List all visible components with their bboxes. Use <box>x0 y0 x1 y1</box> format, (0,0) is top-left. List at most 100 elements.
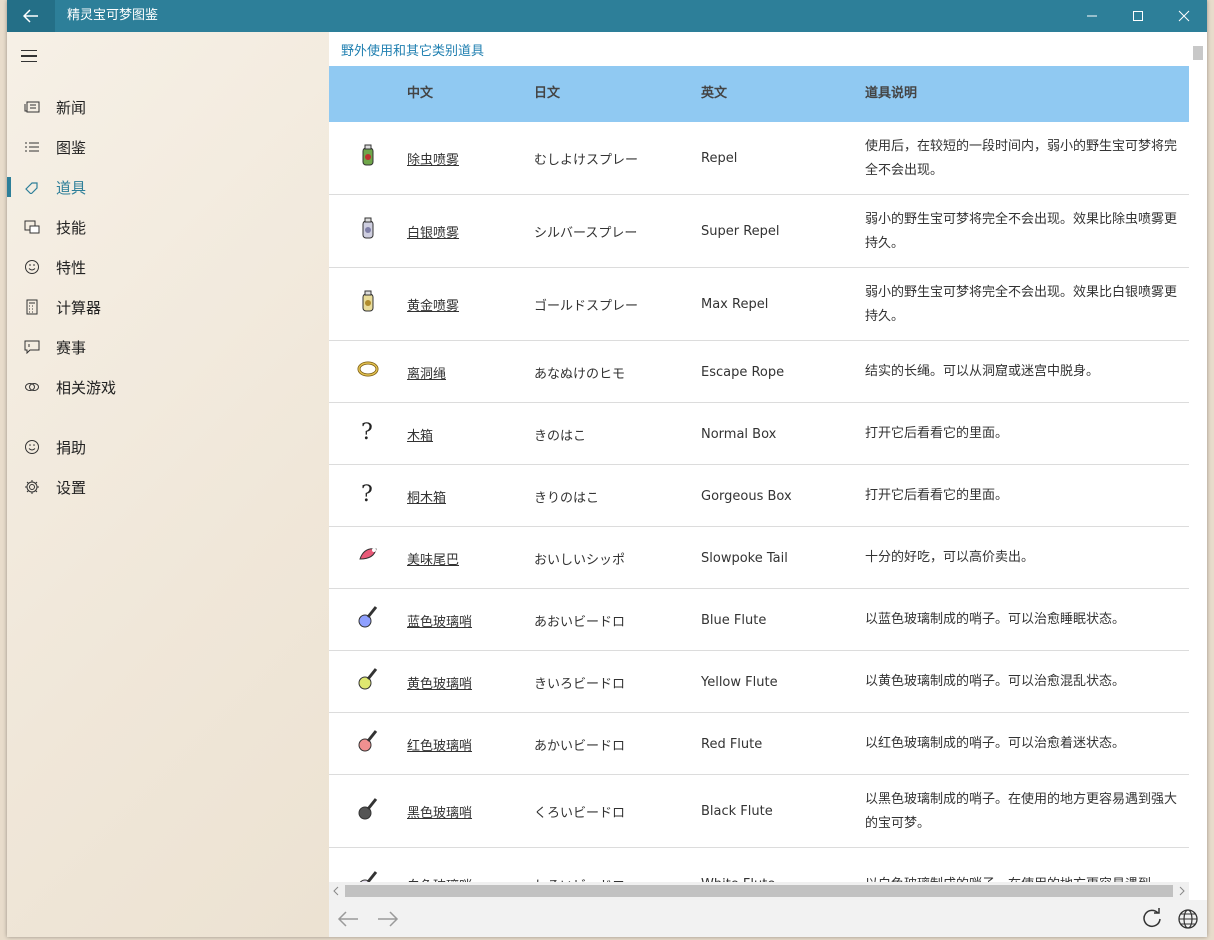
table-row[interactable]: ? 木箱 きのはこ Normal Box 打开它后看看它的里面。 <box>329 403 1189 465</box>
sidebar-item-label: 计算器 <box>56 298 102 317</box>
sidebar-item-label: 技能 <box>56 218 87 237</box>
item-english-name: Yellow Flute <box>701 674 778 690</box>
column-header-japanese[interactable]: 日文 <box>534 66 560 122</box>
item-name-link[interactable]: 桐木箱 <box>407 465 527 527</box>
sidebar-item-abilities[interactable]: 特性 <box>7 247 329 287</box>
active-indicator <box>7 177 11 197</box>
section-title: 野外使用和其它类别道具 <box>341 44 485 59</box>
horizontal-scrollbar[interactable] <box>329 882 1189 900</box>
scroll-thumb[interactable] <box>1193 46 1203 60</box>
title-bar: 精灵宝可梦图鉴 <box>7 0 1207 32</box>
sidebar-item-donate[interactable]: 捐助 <box>7 427 329 467</box>
scroll-thumb[interactable] <box>345 885 1173 897</box>
escape-rope-icon <box>357 361 379 377</box>
item-name-link[interactable]: 美味尾巴 <box>407 527 527 589</box>
item-name-link[interactable]: 红色玻璃哨 <box>407 713 527 775</box>
item-name-link[interactable]: 黄色玻璃哨 <box>407 651 527 713</box>
table-row[interactable]: 除虫喷雾 むしよけスプレー Repel 使用后，在较短的一段时间内，弱小的野生宝可梦将… <box>329 122 1189 195</box>
minimize-icon <box>1087 15 1097 17</box>
column-header-english[interactable]: 英文 <box>701 66 727 122</box>
sidebar-item-news[interactable]: 新闻 <box>7 87 329 127</box>
item-name-link[interactable]: 白银喷雾 <box>407 195 527 268</box>
item-japanese-name: きいろビードロ <box>534 676 626 692</box>
item-name-link[interactable]: 黑色玻璃哨 <box>407 775 527 848</box>
sidebar-item-calculator[interactable]: 计算器 <box>7 287 329 327</box>
app-window: 精灵宝可梦图鉴 新闻 图鉴 道具 技能 特性 计算器 赛事 相关游戏 捐助 设置… <box>7 0 1207 937</box>
table-row[interactable]: 黄金喷雾 ゴールドスプレー Max Repel 弱小的野生宝可梦将完全不会出现。效果比… <box>329 268 1189 341</box>
sidebar-item-moves[interactable]: 技能 <box>7 207 329 247</box>
slowpoke-tail-icon <box>359 548 377 560</box>
item-description: 以蓝色玻璃制成的哨子。可以治愈睡眠状态。 <box>865 612 1126 627</box>
arrow-left-icon <box>337 911 358 927</box>
item-table: 除虫喷雾 むしよけスプレー Repel 使用后，在较短的一段时间内，弱小的野生宝可梦将… <box>329 122 1189 900</box>
item-description: 使用后，在较短的一段时间内，弱小的野生宝可梦将完全不会出现。 <box>865 138 1178 178</box>
question-mark-icon: ? <box>361 482 373 505</box>
sidebar-item-items[interactable]: 道具 <box>7 167 329 207</box>
maximize-icon <box>1133 11 1143 21</box>
item-japanese-name: ゴールドスプレー <box>534 299 639 314</box>
tag-icon <box>23 178 41 196</box>
sidebar: 新闻 图鉴 道具 技能 特性 计算器 赛事 相关游戏 捐助 设置 <box>7 32 329 937</box>
close-button[interactable] <box>1161 0 1207 32</box>
svg-text:?: ? <box>361 420 373 443</box>
item-description: 以黑色玻璃制成的哨子。在使用的地方更容易遇到强大的宝可梦。 <box>865 791 1178 831</box>
item-japanese-name: むしよけスプレー <box>534 153 639 168</box>
sidebar-item-related-games[interactable]: 相关游戏 <box>7 367 329 407</box>
table-row[interactable]: 红色玻璃哨 あかいビードロ Red Flute 以红色玻璃制成的哨子。可以治愈着迷状态… <box>329 713 1189 775</box>
refresh-icon <box>1143 908 1161 928</box>
vertical-scrollbar[interactable] <box>1189 32 1207 900</box>
table-row[interactable]: 黑色玻璃哨 くろいビードロ Black Flute 以黑色玻璃制成的哨子。在使用的地方… <box>329 775 1189 848</box>
question-mark-icon: ? <box>361 420 373 443</box>
sidebar-item-label: 设置 <box>56 478 87 497</box>
sidebar-item-label: 特性 <box>56 258 87 277</box>
column-header-description[interactable]: 道具说明 <box>865 66 917 122</box>
list-icon <box>23 138 41 156</box>
browser-back-button[interactable] <box>335 906 361 932</box>
column-header-chinese[interactable]: 中文 <box>407 66 433 122</box>
sidebar-item-label: 捐助 <box>56 438 87 457</box>
sidebar-item-label: 赛事 <box>56 338 87 357</box>
hamburger-menu-button[interactable] <box>21 42 43 70</box>
item-description: 以黄色玻璃制成的哨子。可以治愈混乱状态。 <box>865 674 1126 689</box>
sidebar-item-events[interactable]: 赛事 <box>7 327 329 367</box>
item-japanese-name: きのはこ <box>534 428 587 444</box>
item-name-link[interactable]: 蓝色玻璃哨 <box>407 589 527 651</box>
app-title: 精灵宝可梦图鉴 <box>67 8 159 23</box>
item-english-name: Max Repel <box>701 297 769 312</box>
black-flute-icon <box>358 797 378 819</box>
item-name-link[interactable]: 除虫喷雾 <box>407 122 527 195</box>
item-description: 十分的好吃，可以高价卖出。 <box>865 550 1035 565</box>
browser-forward-button[interactable] <box>375 906 401 932</box>
item-japanese-name: あかいビードロ <box>534 738 626 754</box>
item-name-link[interactable]: 黄金喷雾 <box>407 268 527 341</box>
item-name-link[interactable]: 离洞绳 <box>407 341 527 403</box>
open-in-browser-button[interactable] <box>1175 906 1201 932</box>
sidebar-item-settings[interactable]: 设置 <box>7 467 329 507</box>
table-row[interactable]: 离洞绳 あなぬけのヒモ Escape Rope 结实的长绳。可以从洞窟或迷宫中脱身。 <box>329 341 1189 403</box>
news-icon <box>23 98 41 116</box>
maximize-button[interactable] <box>1115 0 1161 32</box>
max-repel-icon <box>362 290 374 311</box>
calculator-icon <box>23 298 41 316</box>
gear-icon <box>23 478 41 496</box>
item-name-link[interactable]: 木箱 <box>407 403 527 465</box>
arrow-right-icon <box>378 911 399 927</box>
repel-icon <box>362 144 374 165</box>
back-button[interactable] <box>7 0 55 32</box>
scroll-right-icon[interactable] <box>1178 886 1186 896</box>
item-english-name: Normal Box <box>701 426 777 442</box>
minimize-button[interactable] <box>1069 0 1115 32</box>
bottom-toolbar <box>329 900 1207 937</box>
item-description: 弱小的野生宝可梦将完全不会出现。效果比白银喷雾更持久。 <box>865 284 1178 324</box>
item-english-name: Escape Rope <box>701 364 785 380</box>
table-row[interactable]: 黄色玻璃哨 きいろビードロ Yellow Flute 以黄色玻璃制成的哨子。可以治愈混… <box>329 651 1189 713</box>
scroll-left-icon[interactable] <box>332 886 340 896</box>
sidebar-item-pokedex[interactable]: 图鉴 <box>7 127 329 167</box>
item-english-name: Repel <box>701 151 738 166</box>
table-row[interactable]: 白银喷雾 シルバースプレー Super Repel 弱小的野生宝可梦将完全不会出现。效… <box>329 195 1189 268</box>
item-english-name: Red Flute <box>701 736 763 752</box>
table-row[interactable]: 蓝色玻璃哨 あおいビードロ Blue Flute 以蓝色玻璃制成的哨子。可以治愈睡眠状… <box>329 589 1189 651</box>
table-row[interactable]: 美味尾巴 おいしいシッポ Slowpoke Tail 十分的好吃，可以高价卖出。 <box>329 527 1189 589</box>
refresh-button[interactable] <box>1139 906 1165 932</box>
table-row[interactable]: ? 桐木箱 きりのはこ Gorgeous Box 打开它后看看它的里面。 <box>329 465 1189 527</box>
